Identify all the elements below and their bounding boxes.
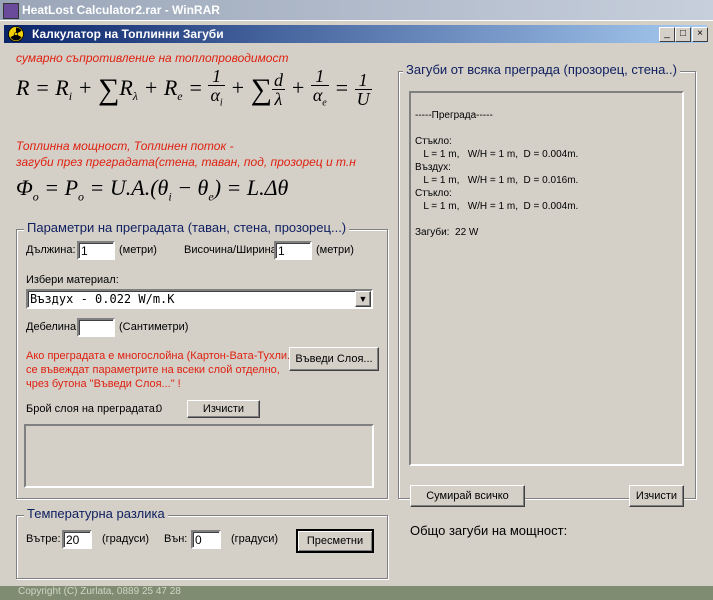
radiation-icon — [8, 26, 24, 42]
maximize-button[interactable]: □ — [675, 27, 691, 42]
resistance-note: сумарно съпротивление на топлопроводимос… — [16, 51, 289, 65]
thickness-unit: (Сантиметри) — [119, 321, 189, 333]
height-unit: (метри) — [316, 244, 354, 256]
losses-results[interactable]: -----Преграда----- Стъкло: L = 1 m, W/H … — [409, 91, 684, 466]
clear-layers-button[interactable]: Изчисти — [187, 400, 260, 418]
result-line: Загуби: 22 W — [415, 227, 479, 238]
params-legend: Параметри на преградата (таван, стена, п… — [24, 220, 350, 235]
power-formula: Φo = Po = U.A.(θi − θe) = L.Δθ — [16, 175, 289, 204]
window-title: Калкулатор на Топлинни Загуби — [32, 27, 224, 41]
layer-count-label: Брой слоя на преградата: — [26, 403, 158, 415]
sum-all-button[interactable]: Сумирай всичко — [410, 485, 525, 507]
enter-layer-button[interactable]: Въведи Слоя... — [289, 347, 379, 371]
result-line: L = 1 m, W/H = 1 m, D = 0.004m. — [415, 201, 579, 212]
footer: Copyright (C) Zurlata, 0889 25 47 28 — [0, 586, 713, 600]
result-line: L = 1 m, W/H = 1 m, D = 0.004m. — [415, 149, 579, 160]
outer-window-titlebar: HeatLost Calculator2.rar - WinRAR — [0, 0, 713, 20]
material-selected-value: Въздух - 0.022 W/m.K — [30, 292, 175, 306]
height-label: Височина/Ширина: — [184, 244, 280, 256]
chevron-down-icon: ▼ — [358, 294, 368, 304]
inside-temp-unit: (градуси) — [102, 533, 150, 545]
power-note-line1: Топлинна мощност, Топлинен поток - — [16, 139, 234, 153]
resistance-formula: R = Ri + ∑Rλ + Re = 1 αi + ∑ d λ + 1 αe = 1U — [16, 66, 372, 110]
multilayer-note-line2: се въвеждат параметрите на всеки слой от… — [26, 364, 280, 376]
result-line: Стъкло: — [415, 188, 452, 199]
results-lines: -----Преграда----- Стъкло: L = 1 m, W/H … — [415, 109, 678, 239]
multilayer-note-line1: Ако преградата е многослойна (Картон-Ват… — [26, 350, 300, 362]
result-line: Стъкло: — [415, 136, 452, 147]
result-line: L = 1 m, W/H = 1 m, D = 0.016m. — [415, 175, 579, 186]
clear-results-button[interactable]: Изчисти — [629, 485, 684, 507]
copyright-text: Copyright (C) Zurlata, 0889 25 47 28 — [18, 586, 181, 597]
outside-temp-label: Вън: — [164, 533, 188, 545]
close-button[interactable]: × — [692, 27, 708, 42]
material-select[interactable]: Въздух - 0.022 W/m.K — [26, 289, 373, 309]
length-label: Дължина: — [26, 244, 76, 256]
multilayer-note-line3: чрез бутона "Въведи Слоя..." ! — [26, 378, 181, 390]
result-line — [415, 213, 678, 226]
material-label: Избери материал: — [26, 274, 119, 286]
height-input[interactable]: 1 — [274, 241, 312, 260]
losses-legend: Загуби от всяка преграда (прозорец, стен… — [403, 62, 680, 77]
power-note-line2: загуби през преградата(стена, таван, под… — [16, 155, 356, 169]
outside-temp-input[interactable]: 0 — [191, 530, 221, 549]
calculator-window: Калкулатор на Топлинни Загуби _ □ × сума… — [0, 20, 713, 587]
thickness-input[interactable] — [77, 318, 115, 337]
layers-list[interactable] — [24, 424, 374, 488]
thickness-label: Дебелина: — [26, 321, 80, 333]
total-losses-label: Общо загуби на мощност: — [410, 523, 568, 538]
material-dropdown-button[interactable]: ▼ — [355, 291, 371, 307]
inside-temp-label: Вътре: — [26, 533, 61, 545]
window-titlebar[interactable]: Калкулатор на Топлинни Загуби _ □ × — [4, 25, 708, 43]
result-line: -----Преграда----- — [415, 110, 493, 121]
winrar-icon — [3, 3, 19, 19]
minimize-button[interactable]: _ — [659, 27, 675, 42]
outer-window-title: HeatLost Calculator2.rar - WinRAR — [22, 3, 220, 17]
layer-count-value: 0 — [156, 403, 163, 415]
length-unit: (метри) — [119, 244, 157, 256]
temperature-legend: Температурна разлика — [24, 506, 168, 521]
calculate-button[interactable]: Пресметни — [296, 529, 374, 553]
inside-temp-input[interactable]: 20 — [62, 530, 92, 549]
length-input[interactable]: 1 — [77, 241, 115, 260]
result-line — [415, 122, 678, 135]
outside-temp-unit: (градуси) — [231, 533, 279, 545]
result-line: Въздух: — [415, 162, 451, 173]
